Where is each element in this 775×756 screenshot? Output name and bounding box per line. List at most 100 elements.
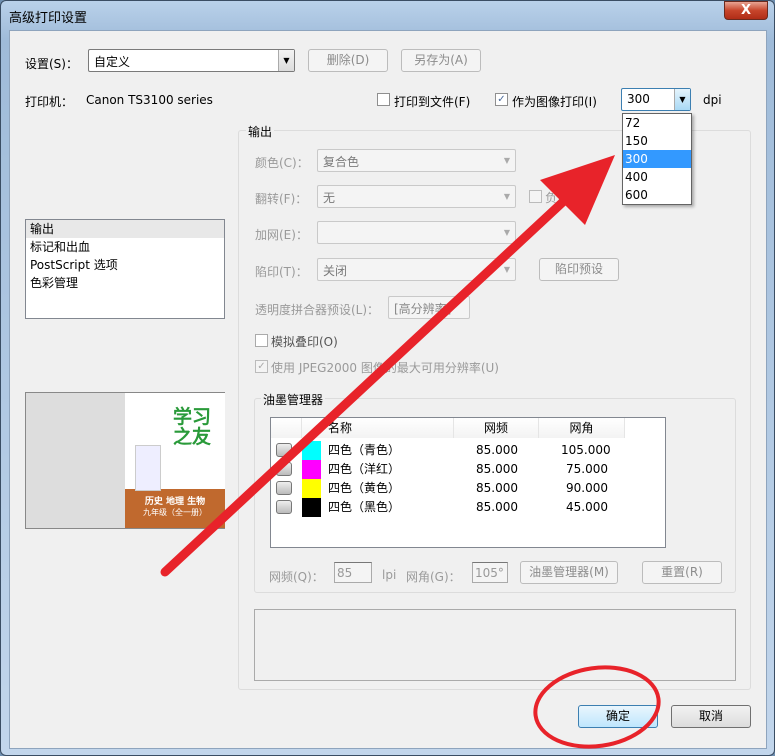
trap-value: 关闭 xyxy=(323,264,348,278)
cover-grade: 九年级（全一册） xyxy=(143,508,207,517)
dpi-unit: dpi xyxy=(703,93,722,107)
ink-angle: 45.000 xyxy=(566,500,608,514)
category-list: 输出 标记和出血 PostScript 选项 色彩管理 xyxy=(25,219,225,319)
book-cover: 学习之友 历史 地理 生物 九年级（全一册） xyxy=(125,393,225,528)
dpi-select[interactable]: 300 ▼ xyxy=(621,88,691,111)
print-to-file-label: 打印到文件(F) xyxy=(394,95,471,109)
color-select[interactable]: 复合色 ▼ xyxy=(317,149,516,172)
settings-label: 设置(S)： xyxy=(25,57,78,71)
ink-angle: 105.000 xyxy=(561,443,611,457)
dpi-option[interactable]: 400 xyxy=(623,168,691,186)
ink-table: 名称 网频 网角 四色（青色） 85.000 105.000 四色（洋红） 85.000… xyxy=(270,417,666,548)
output-group-label: 输出 xyxy=(246,123,275,140)
dpi-option[interactable]: 150 xyxy=(623,132,691,150)
jpeg2000-label: 使用 JPEG2000 图像的最大可用分辨率(U) xyxy=(271,361,499,375)
column-header-angle[interactable]: 网角 xyxy=(539,418,625,438)
ink-name: 四色（洋红） xyxy=(328,462,401,476)
flattener-select[interactable]: [高分辨率] xyxy=(388,296,470,319)
dpi-option[interactable]: 300 xyxy=(623,150,691,168)
printer-label: 打印机： xyxy=(25,95,74,109)
flip-label: 翻转(F)： xyxy=(255,192,308,206)
delete-button[interactable]: 删除(D) xyxy=(308,49,388,72)
cover-title: 学习之友 xyxy=(173,406,212,448)
chevron-down-icon: ▼ xyxy=(278,50,294,71)
save-as-button[interactable]: 另存为(A) xyxy=(401,49,481,72)
print-as-image-checkbox[interactable]: ✓ xyxy=(495,93,508,106)
ink-angle: 75.000 xyxy=(566,462,608,476)
frequency-label: 网频(Q)： xyxy=(269,570,324,584)
column-header-name[interactable]: 名称 xyxy=(302,418,454,438)
close-button[interactable]: X xyxy=(724,1,768,20)
ink-color-swatch xyxy=(302,498,321,517)
flattener-value: [高分辨率] xyxy=(394,302,452,316)
printer-icon xyxy=(276,462,292,476)
printer-value: Canon TS3100 series xyxy=(86,93,213,107)
ink-row[interactable]: 四色（黑色） 85.000 45.000 xyxy=(271,498,663,517)
ink-color-swatch xyxy=(302,441,321,460)
angle-input[interactable] xyxy=(472,562,508,583)
cancel-button[interactable]: 取消 xyxy=(671,705,751,728)
ink-name: 四色（青色） xyxy=(328,443,401,457)
chevron-down-icon: ▼ xyxy=(503,192,511,201)
settings-value: 自定义 xyxy=(94,55,131,69)
negative-label: 负片 xyxy=(545,191,570,205)
ink-frequency: 85.000 xyxy=(476,443,518,457)
cover-band: 历史 地理 生物 九年级（全一册） xyxy=(125,489,225,528)
category-item-output[interactable]: 输出 xyxy=(26,220,224,238)
ink-color-swatch xyxy=(302,460,321,479)
lpi-label: lpi xyxy=(382,568,397,582)
description-box xyxy=(254,609,736,681)
frequency-input[interactable] xyxy=(334,562,372,583)
jpeg2000-checkbox[interactable]: ✓ xyxy=(255,360,268,373)
ink-color-swatch xyxy=(302,479,321,498)
color-value: 复合色 xyxy=(323,155,360,169)
dpi-dropdown-list: 72 150 300 400 600 xyxy=(622,113,692,205)
overprint-label: 模拟叠印(O) xyxy=(271,335,338,349)
page-preview: 学习之友 历史 地理 生物 九年级（全一册） xyxy=(25,392,225,529)
cover-subject: 历史 地理 生物 xyxy=(144,497,206,507)
printer-icon xyxy=(276,443,292,457)
dialog-body: 设置(S)： 自定义 ▼ 删除(D) 另存为(A) 打印机： Canon TS31… xyxy=(9,30,767,749)
ink-manager-group-label: 油墨管理器 xyxy=(261,391,326,408)
reset-button[interactable]: 重置(R) xyxy=(642,561,722,584)
flip-select[interactable]: 无 ▼ xyxy=(317,185,516,208)
screen-label: 加网(E)： xyxy=(255,228,308,242)
dpi-option[interactable]: 72 xyxy=(623,114,691,132)
negative-checkbox[interactable] xyxy=(529,190,542,203)
ink-frequency: 85.000 xyxy=(476,481,518,495)
ink-angle: 90.000 xyxy=(566,481,608,495)
trap-label: 陷印(T)： xyxy=(255,265,308,279)
column-header-frequency[interactable]: 网频 xyxy=(454,418,539,438)
ink-frequency: 85.000 xyxy=(476,462,518,476)
ink-row[interactable]: 四色（黄色） 85.000 90.000 xyxy=(271,479,663,498)
trap-preset-button[interactable]: 陷印预设 xyxy=(539,258,619,281)
color-label: 颜色(C)： xyxy=(255,156,309,170)
overprint-checkbox[interactable] xyxy=(255,334,268,347)
ink-row[interactable]: 四色（洋红） 85.000 75.000 xyxy=(271,460,663,479)
print-as-image-label: 作为图像打印(I) xyxy=(512,95,597,109)
category-item-color[interactable]: 色彩管理 xyxy=(26,274,224,292)
dpi-option[interactable]: 600 xyxy=(623,186,691,204)
angle-label: 网角(G)： xyxy=(406,570,461,584)
ink-name: 四色（黑色） xyxy=(328,500,401,514)
chevron-down-icon: ▼ xyxy=(503,156,511,165)
ink-row[interactable]: 四色（青色） 85.000 105.000 xyxy=(271,441,663,460)
chevron-down-icon: ▼ xyxy=(674,89,690,110)
ink-manager-button[interactable]: 油墨管理器(M) xyxy=(520,561,618,584)
trap-select[interactable]: 关闭 ▼ xyxy=(317,258,516,281)
ink-name: 四色（黄色） xyxy=(328,481,401,495)
ok-button[interactable]: 确定 xyxy=(578,705,658,728)
flattener-label: 透明度拼合器预设(L)： xyxy=(255,303,380,317)
column-header-icon xyxy=(271,418,302,438)
ink-frequency: 85.000 xyxy=(476,500,518,514)
cover-illustration xyxy=(135,445,161,491)
settings-select[interactable]: 自定义 ▼ xyxy=(88,49,295,72)
printer-icon xyxy=(276,481,292,495)
chevron-down-icon: ▼ xyxy=(503,228,511,237)
dpi-value: 300 xyxy=(627,92,650,106)
screen-select[interactable]: ▼ xyxy=(317,221,516,244)
category-item-postscript[interactable]: PostScript 选项 xyxy=(26,256,224,274)
print-to-file-checkbox[interactable] xyxy=(377,93,390,106)
dialog-title: 高级打印设置 xyxy=(9,11,88,26)
category-item-marks[interactable]: 标记和出血 xyxy=(26,238,224,256)
